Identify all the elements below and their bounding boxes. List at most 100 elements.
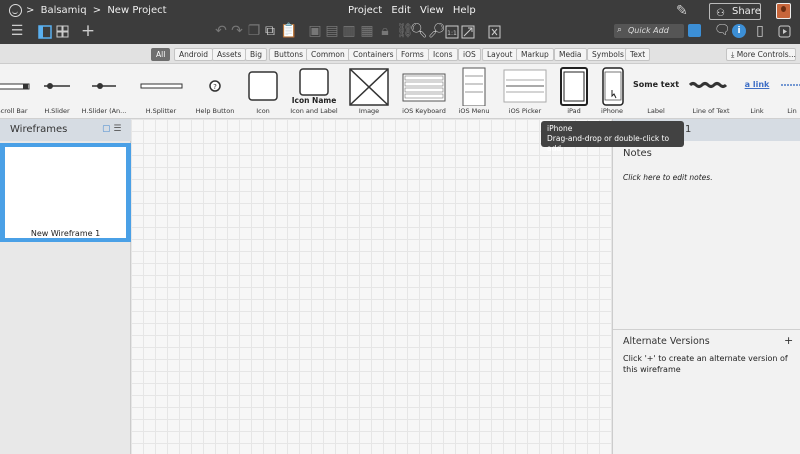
- hamburger-menu-icon[interactable]: ☰: [8, 22, 26, 42]
- group-icon[interactable]: ▣: [308, 22, 322, 42]
- category-common[interactable]: Common: [306, 48, 350, 61]
- duplicate-icon[interactable]: ❐: [247, 22, 261, 42]
- menu-edit[interactable]: Edit: [391, 5, 410, 16]
- bring-front-icon[interactable]: ▥: [342, 22, 356, 42]
- fit-icon[interactable]: [460, 22, 476, 42]
- quick-add-placeholder: Quick Add: [628, 26, 669, 35]
- component-line-of-text[interactable]: [688, 82, 728, 88]
- properties-panel: 1 Notes Click here to edit notes. Altern…: [612, 119, 800, 454]
- paste-icon[interactable]: 📋: [280, 22, 297, 42]
- category-icons[interactable]: Icons: [428, 48, 458, 61]
- svg-text:1:1: 1:1: [447, 30, 457, 37]
- component-label: Label: [647, 107, 665, 115]
- component-iphone[interactable]: [602, 67, 624, 106]
- component-ipad[interactable]: [560, 67, 588, 106]
- lock-icon[interactable]: 🔒︎: [378, 22, 392, 42]
- component-h-slider-annotated[interactable]: [92, 83, 116, 89]
- component-h-splitter[interactable]: [140, 83, 183, 89]
- main-menu: Project Edit View Help: [348, 5, 482, 16]
- avatar[interactable]: [776, 3, 791, 19]
- component-label: H.Slider (An...: [81, 107, 127, 115]
- grid-view-icon[interactable]: [54, 22, 70, 42]
- wireframes-header: Wireframes ▢ ☰: [0, 119, 131, 141]
- actual-size-icon[interactable]: 1:1: [444, 22, 460, 42]
- component-label: iOS Menu: [458, 107, 490, 115]
- component-label: Lin: [787, 107, 797, 115]
- icon-name-preview: Icon Name: [291, 96, 337, 105]
- add-icon[interactable]: +: [80, 22, 96, 42]
- category-symbols[interactable]: Symbols: [587, 48, 629, 61]
- single-view-icon[interactable]: [37, 22, 53, 42]
- menu-help[interactable]: Help: [453, 5, 476, 16]
- component-label: Image: [358, 107, 380, 115]
- zoom-out-icon[interactable]: 🔍︎: [410, 22, 428, 42]
- component-label: iPad: [567, 107, 581, 115]
- copy-icon[interactable]: ⧉: [263, 22, 277, 42]
- category-layout[interactable]: Layout: [482, 48, 518, 61]
- component-ios-menu[interactable]: [462, 67, 486, 106]
- component-image[interactable]: [349, 68, 389, 106]
- editing-canvas[interactable]: [131, 119, 612, 454]
- balsamiq-logo-icon[interactable]: [9, 4, 22, 17]
- component-label: H.Slider: [44, 107, 70, 115]
- link-icon[interactable]: ⛓: [396, 22, 414, 42]
- top-bar: > Balsamiq > New Project Project Edit Vi…: [0, 0, 800, 44]
- thumbnail-view-icon[interactable]: ▢: [102, 124, 111, 134]
- wireframe-thumbnail[interactable]: New Wireframe 1: [0, 143, 131, 242]
- category-containers[interactable]: Containers: [348, 48, 399, 61]
- quick-add-input[interactable]: ⌕ Quick Add: [614, 24, 684, 38]
- category-android[interactable]: Android: [174, 48, 213, 61]
- category-forms[interactable]: Forms: [396, 48, 429, 61]
- component-ios-keyboard[interactable]: [402, 73, 446, 102]
- breadcrumb: > Balsamiq > New Project: [26, 5, 170, 16]
- wireframes-panel: Wireframes ▢ ☰ New Wireframe 1: [0, 119, 131, 454]
- share-label: Share: [732, 6, 761, 17]
- more-controls-button[interactable]: ⤓ More Controls...: [726, 48, 796, 61]
- menu-project[interactable]: Project: [348, 5, 382, 16]
- category-ios[interactable]: iOS: [458, 48, 481, 61]
- pen-icon[interactable]: ✎: [676, 3, 688, 19]
- component-label: Line of Text: [692, 107, 730, 115]
- component-label: iOS Keyboard: [402, 107, 446, 115]
- present-icon[interactable]: [776, 22, 792, 42]
- component-label: Icon and Label: [290, 107, 338, 115]
- list-view-icon[interactable]: ☰: [113, 124, 121, 134]
- component-scroll-bar[interactable]: [0, 83, 30, 90]
- component-library: ? Icon Name Some text a link croll Bar H…: [0, 64, 800, 119]
- component-help-button[interactable]: ?: [209, 80, 221, 92]
- component-icon-and-label[interactable]: [299, 68, 329, 96]
- undo-icon[interactable]: ↶: [214, 22, 228, 42]
- notes-placeholder[interactable]: Click here to edit notes.: [623, 173, 713, 182]
- ui-library-icon[interactable]: [688, 24, 701, 37]
- add-alternate-button[interactable]: +: [784, 334, 793, 347]
- delete-icon[interactable]: [486, 22, 502, 42]
- tooltip-hint: Drag-and-drop or double-click to add: [547, 134, 670, 153]
- category-text[interactable]: Text: [625, 48, 651, 61]
- component-ios-picker[interactable]: [503, 69, 547, 103]
- component-h-slider[interactable]: [44, 83, 70, 89]
- notes-panel-icon[interactable]: ▯: [752, 22, 768, 42]
- send-back-icon[interactable]: ▦: [360, 22, 374, 42]
- category-media[interactable]: Media: [554, 48, 587, 61]
- share-button[interactable]: ⚇ Share: [709, 3, 761, 20]
- component-icon[interactable]: [248, 71, 278, 101]
- category-all[interactable]: All: [151, 48, 171, 61]
- ungroup-icon[interactable]: ▤: [325, 22, 339, 42]
- category-assets[interactable]: Assets: [212, 48, 247, 61]
- category-markup[interactable]: Markup: [516, 48, 554, 61]
- info-icon[interactable]: i: [732, 24, 746, 38]
- more-controls-label: More Controls...: [736, 50, 796, 59]
- divider: [613, 329, 800, 330]
- menu-view[interactable]: View: [420, 5, 444, 16]
- wireframes-title: Wireframes: [10, 124, 68, 135]
- category-big[interactable]: Big: [245, 48, 267, 61]
- comment-icon[interactable]: 🗨︎: [714, 22, 731, 42]
- breadcrumb-project[interactable]: New Project: [107, 5, 166, 16]
- category-buttons[interactable]: Buttons: [269, 48, 309, 61]
- redo-icon[interactable]: ↷: [230, 22, 244, 42]
- iphone-tooltip: iPhone Drag-and-drop or double-click to …: [541, 121, 684, 153]
- zoom-in-icon[interactable]: 🔎︎: [428, 22, 446, 42]
- breadcrumb-app[interactable]: Balsamiq: [41, 5, 87, 16]
- component-label: H.Splitter: [145, 107, 177, 115]
- label-preview: Some text: [632, 80, 680, 89]
